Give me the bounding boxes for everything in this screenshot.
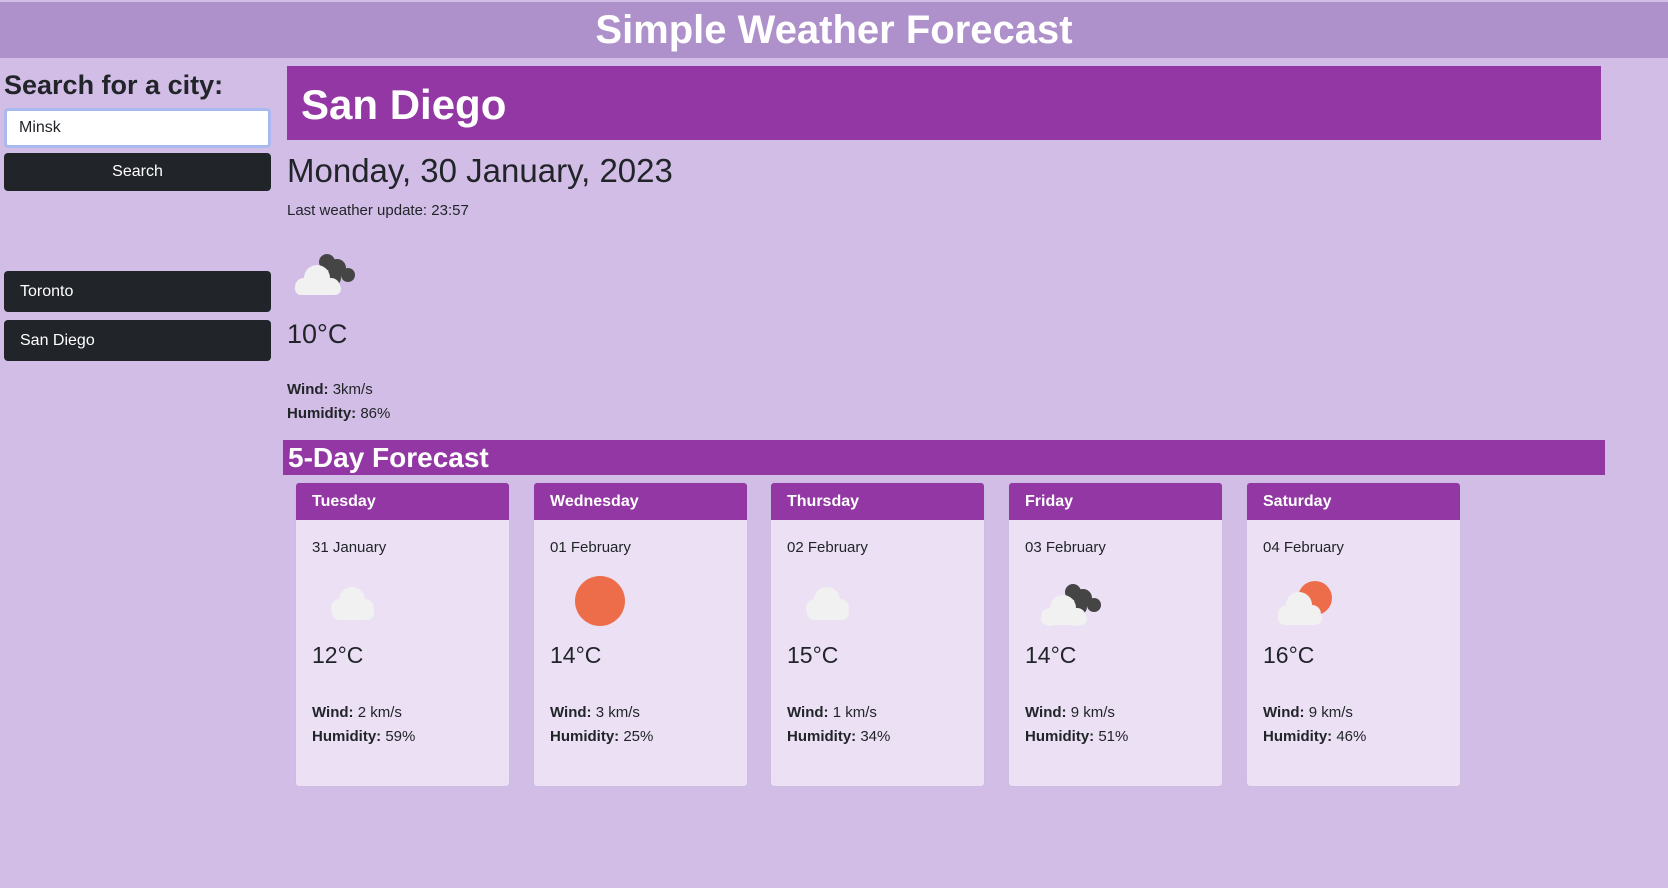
forecast-day: Saturday — [1247, 483, 1460, 520]
sidebar: Search for a city: Search Toronto San Di… — [4, 68, 272, 369]
current-weather-panel: San Diego Monday, 30 January, 2023 Last … — [287, 66, 1601, 426]
humidity-value: 46% — [1336, 728, 1367, 745]
humidity-value: 59% — [385, 728, 416, 745]
card-body: 03 February 14°C Wind: 9 km/s Humidity: … — [1009, 539, 1222, 749]
wind-label: Wind: — [1025, 704, 1067, 721]
humidity-label: Humidity: — [287, 405, 357, 422]
forecast-card: Saturday 04 February 16°C Wind: 9 km/s H… — [1246, 482, 1461, 787]
humidity-label: Humidity: — [550, 728, 620, 745]
forecast-temperature: 14°C — [550, 642, 602, 668]
history-button-san-diego[interactable]: San Diego — [4, 320, 271, 361]
forecast-temperature: 16°C — [1263, 642, 1315, 668]
humidity-label: Humidity: — [312, 728, 382, 745]
forecast-humidity: Humidity: 34% — [787, 725, 984, 749]
last-update-text: Last weather update: 23:57 — [287, 202, 469, 219]
forecast-date: 31 January — [312, 539, 387, 556]
forecast-humidity: Humidity: 25% — [550, 725, 747, 749]
forecast-wind: Wind: 1 km/s — [787, 701, 984, 725]
forecast-humidity: Humidity: 59% — [312, 725, 509, 749]
forecast-date: 02 February — [787, 539, 868, 556]
forecast-humidity: Humidity: 51% — [1025, 725, 1222, 749]
forecast-card: Thursday 02 February 15°C Wind: 1 km/s H… — [770, 482, 985, 787]
forecast-card: Tuesday 31 January 12°C Wind: 2 km/s Hum… — [295, 482, 510, 787]
wind-value: 1 km/s — [832, 704, 877, 721]
humidity-value: 25% — [623, 728, 654, 745]
wind-label: Wind: — [787, 704, 829, 721]
forecast-wind: Wind: 3 km/s — [550, 701, 747, 725]
card-body: 04 February 16°C Wind: 9 km/s Humidity: … — [1247, 539, 1460, 749]
cloudy-dark-icon — [1025, 570, 1101, 626]
forecast-temperature: 15°C — [787, 642, 839, 668]
forecast-details: Wind: 1 km/s Humidity: 34% — [787, 701, 984, 749]
forecast-date: 04 February — [1263, 539, 1344, 556]
sun-icon — [550, 570, 626, 626]
city-name: San Diego — [301, 81, 507, 128]
wind-label: Wind: — [312, 704, 354, 721]
wind-label: Wind: — [1263, 704, 1305, 721]
cloud-icon — [312, 570, 388, 626]
card-body: 31 January 12°C Wind: 2 km/s Humidity: 5… — [296, 539, 509, 749]
forecast-heading: 5-Day Forecast — [288, 442, 489, 473]
current-humidity: Humidity: 86% — [287, 402, 1601, 426]
wind-value: 3km/s — [332, 381, 373, 398]
forecast-day: Friday — [1009, 483, 1222, 520]
forecast-day: Thursday — [771, 483, 984, 520]
forecast-day: Tuesday — [296, 483, 509, 520]
city-banner: San Diego — [287, 66, 1601, 140]
forecast-temperature: 14°C — [1025, 642, 1077, 668]
forecast-details: Wind: 9 km/s Humidity: 51% — [1025, 701, 1222, 749]
humidity-label: Humidity: — [1025, 728, 1095, 745]
forecast-date: 03 February — [1025, 539, 1106, 556]
forecast-wind: Wind: 9 km/s — [1263, 701, 1460, 725]
forecast-date: 01 February — [550, 539, 631, 556]
forecast-card: Friday 03 February 14°C Wind: 9 km/s Hum… — [1008, 482, 1223, 787]
humidity-value: 86% — [360, 405, 391, 422]
app-header: Simple Weather Forecast — [0, 2, 1668, 58]
card-body: 02 February 15°C Wind: 1 km/s Humidity: … — [771, 539, 984, 749]
forecast-wind: Wind: 2 km/s — [312, 701, 509, 725]
card-body: 01 February 14°C Wind: 3 km/s Humidity: … — [534, 539, 747, 749]
city-search-input[interactable] — [4, 108, 271, 148]
forecast-card: Wednesday 01 February 14°C Wind: 3 km/s … — [533, 482, 748, 787]
search-history-list: Toronto San Diego — [4, 271, 272, 361]
wind-label: Wind: — [287, 381, 329, 398]
current-temperature: 10°C — [287, 319, 348, 349]
wind-value: 2 km/s — [357, 704, 402, 721]
forecast-temperature: 12°C — [312, 642, 364, 668]
wind-label: Wind: — [550, 704, 592, 721]
forecast-details: Wind: 2 km/s Humidity: 59% — [312, 701, 509, 749]
wind-value: 3 km/s — [595, 704, 640, 721]
humidity-value: 51% — [1098, 728, 1129, 745]
search-button[interactable]: Search — [4, 153, 271, 191]
humidity-value: 34% — [860, 728, 891, 745]
forecast-wind: Wind: 9 km/s — [1025, 701, 1222, 725]
history-button-toronto[interactable]: Toronto — [4, 271, 271, 312]
wind-value: 9 km/s — [1308, 704, 1353, 721]
search-heading: Search for a city: — [4, 70, 224, 100]
cloudy-dark-icon — [287, 245, 363, 296]
humidity-label: Humidity: — [1263, 728, 1333, 745]
cloud-icon — [787, 570, 863, 626]
app-title: Simple Weather Forecast — [595, 8, 1073, 52]
current-wind: Wind: 3km/s — [287, 378, 1601, 402]
forecast-day: Wednesday — [534, 483, 747, 520]
forecast-details: Wind: 3 km/s Humidity: 25% — [550, 701, 747, 749]
current-date: Monday, 30 January, 2023 — [287, 152, 673, 189]
humidity-label: Humidity: — [787, 728, 857, 745]
forecast-humidity: Humidity: 46% — [1263, 725, 1460, 749]
current-details: Wind: 3km/s Humidity: 86% — [287, 378, 1601, 426]
wind-value: 9 km/s — [1070, 704, 1115, 721]
forecast-banner: 5-Day Forecast — [283, 440, 1605, 475]
forecast-details: Wind: 9 km/s Humidity: 46% — [1263, 701, 1460, 749]
partly-cloudy-icon — [1263, 570, 1339, 626]
